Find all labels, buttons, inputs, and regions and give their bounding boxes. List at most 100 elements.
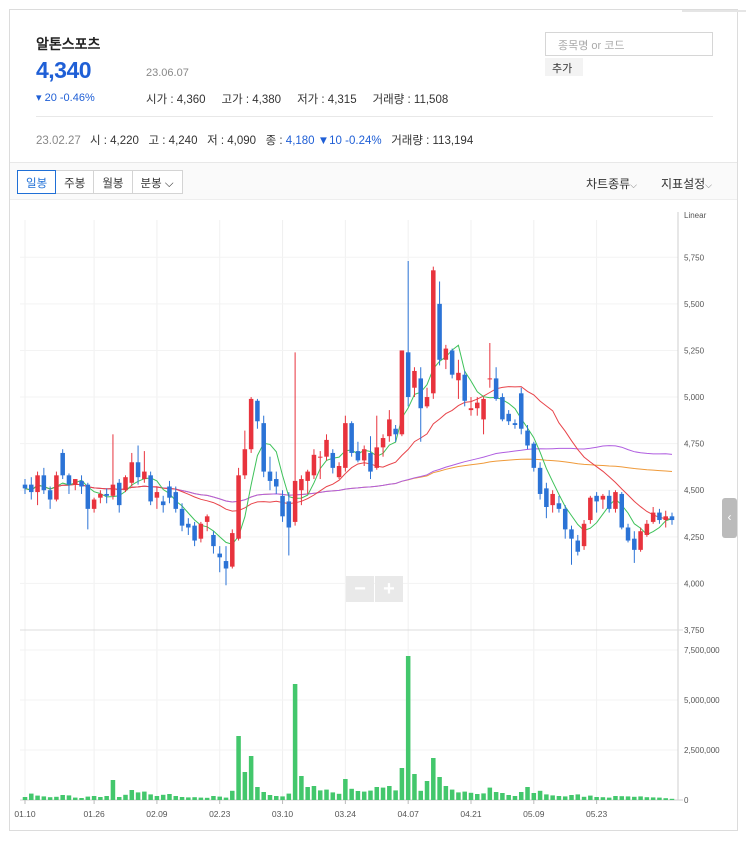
price-tick-label: 5,000 [684, 393, 705, 402]
candle-body [393, 428, 398, 435]
hover-high: 고 : 4,240 [148, 135, 198, 147]
candle-body [606, 495, 612, 509]
candle-body [650, 512, 656, 522]
candle-body [173, 492, 179, 509]
candle-body [274, 479, 279, 487]
volume-bar [361, 791, 367, 800]
tab-monthly[interactable]: 월봉 [93, 170, 133, 194]
candle-body [286, 501, 292, 528]
candle-body [437, 303, 442, 360]
candle-body [248, 398, 254, 450]
volume-bar [437, 777, 442, 800]
volume-bar [613, 796, 618, 800]
indicator-settings-dropdown[interactable]: 지표설정⌵ [661, 175, 712, 192]
volume-bar [581, 796, 587, 800]
hover-change: ▼10 -0.24% [317, 135, 382, 147]
candle-body [518, 393, 524, 429]
price-tick-label: 4,750 [684, 440, 705, 449]
volume-bar [349, 788, 354, 800]
price-change: ▾ 20 -0.46% [36, 92, 95, 104]
volume-tick-label: 7,500,000 [684, 646, 720, 655]
volume-bar [317, 790, 323, 800]
volume-bar [29, 793, 34, 800]
price-chart[interactable]: Linear 5,750 5,500 5,250 5,000 4,750 4,500 4,25… [10, 200, 737, 831]
volume-bar [343, 779, 348, 800]
candle-body [324, 439, 329, 457]
tab-daily[interactable]: 일봉 [17, 170, 57, 194]
x-tick-label: 02.09 [146, 809, 168, 819]
candle-body [211, 534, 216, 547]
candle-body [98, 493, 103, 498]
zoom-out-button[interactable]: − [346, 576, 374, 602]
candle-body [160, 501, 166, 506]
volume-bar [41, 796, 47, 800]
price-tick-label: 3,750 [684, 626, 705, 635]
candle-body [292, 480, 298, 522]
volume-bar [562, 796, 568, 800]
tab-minute[interactable]: 분봉 ⌵ [131, 170, 183, 194]
candle-body [261, 423, 266, 472]
volume-bar [462, 791, 467, 800]
volume-bar [167, 794, 172, 800]
volume-bar [22, 797, 28, 800]
stock-search-input[interactable]: 종목명 or 코드 [545, 32, 713, 56]
volume-bar [669, 798, 675, 800]
volume-bar [192, 797, 197, 800]
candle-body [399, 350, 405, 435]
price-tick-label: 5,500 [684, 300, 705, 309]
candle-body [581, 523, 587, 547]
volume-bar [179, 797, 185, 800]
stat-volume: 거래량 : 11,508 [372, 94, 449, 106]
candle-body [443, 348, 449, 360]
tab-weekly[interactable]: 주봉 [55, 170, 95, 194]
candle-body [186, 523, 191, 528]
volume-bar [575, 794, 581, 800]
volume-bar [487, 787, 493, 800]
volume-bar [204, 797, 210, 800]
volume-bar [405, 656, 411, 800]
volume-bar [625, 796, 631, 800]
x-tick-label: 01.10 [14, 809, 36, 819]
add-stock-button[interactable]: 추가 [545, 58, 583, 76]
x-tick-label: 04.21 [460, 809, 482, 819]
hover-date: 23.02.27 [36, 135, 81, 147]
candle-body [41, 475, 47, 491]
volume-bar [500, 793, 505, 800]
price-tick-label: 4,000 [684, 579, 705, 588]
volume-bar [481, 793, 486, 800]
zoom-in-button[interactable]: + [375, 576, 403, 602]
candle-body [506, 413, 511, 422]
volume-bar [280, 796, 285, 800]
chart-scroll-handle[interactable]: ‹ [722, 498, 737, 538]
candle-body [311, 454, 317, 476]
volume-bar [449, 789, 455, 800]
candle-body [223, 561, 229, 569]
candle-body [154, 492, 160, 498]
x-tick-label: 05.09 [523, 809, 545, 819]
volume-bar [116, 797, 122, 800]
candle-body [236, 475, 241, 539]
candle-body [594, 495, 599, 502]
candle-body [255, 400, 260, 422]
chevron-down-icon: ⌵ [630, 180, 637, 190]
chart-type-dropdown[interactable]: 차트종류⌵ [586, 175, 637, 192]
candle-body [481, 398, 486, 420]
volume-bar [292, 684, 298, 800]
candle-body [85, 484, 91, 509]
volume-bar [600, 797, 606, 800]
x-tick-label: 02.23 [209, 809, 231, 819]
candle-body [632, 538, 637, 550]
candle-body [405, 352, 411, 398]
volume-bar [632, 796, 637, 800]
price-tick-label: 5,250 [684, 346, 705, 355]
candle-body [204, 516, 210, 522]
volume-bar [418, 790, 423, 800]
candle-body [123, 477, 128, 491]
volume-bar [305, 787, 310, 800]
candle-body [456, 372, 461, 381]
volume-bar [424, 781, 430, 800]
candle-body [638, 531, 643, 550]
x-tick-label: 05.23 [586, 809, 608, 819]
volume-bar [336, 793, 342, 800]
candle-body [588, 497, 593, 521]
